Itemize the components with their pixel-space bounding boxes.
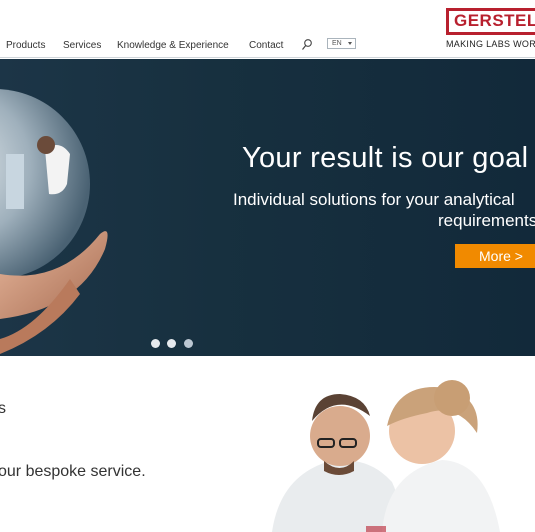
hero-more-button[interactable]: More > (455, 244, 535, 268)
logo-tagline: MAKING LABS WORK (446, 39, 535, 49)
search-icon[interactable] (301, 38, 313, 52)
hero-subtitle-line2: requirements (438, 211, 535, 230)
nav-services[interactable]: Services (63, 40, 101, 51)
site-header: Products Services Knowledge & Experience… (0, 0, 535, 58)
language-select[interactable]: EN (327, 38, 356, 49)
section-heading-fragment: s (0, 400, 6, 417)
hero-slider: Your result is our goal Individual solut… (0, 59, 535, 356)
hero-image-hand-with-globe (0, 89, 108, 354)
nav-products[interactable]: Products (6, 40, 45, 51)
hero-title: Your result is our goal (242, 142, 529, 174)
hero-subtitle-line1: Individual solutions for your analytical (233, 190, 515, 209)
section-text: our bespoke service. (0, 463, 146, 480)
scientists-image (272, 380, 500, 532)
logo-name: GERSTEL (454, 11, 535, 30)
nav-contact[interactable]: Contact (249, 40, 283, 51)
nav-knowledge-experience[interactable]: Knowledge & Experience (117, 40, 229, 51)
gerstel-logo[interactable]: GERSTEL MAKING LABS WORK (446, 8, 535, 52)
slider-dot-3[interactable] (184, 339, 193, 348)
language-value: EN (332, 40, 342, 47)
slider-dot-1[interactable] (151, 339, 160, 348)
chevron-down-icon (348, 42, 352, 45)
slider-dot-2[interactable] (167, 339, 176, 348)
